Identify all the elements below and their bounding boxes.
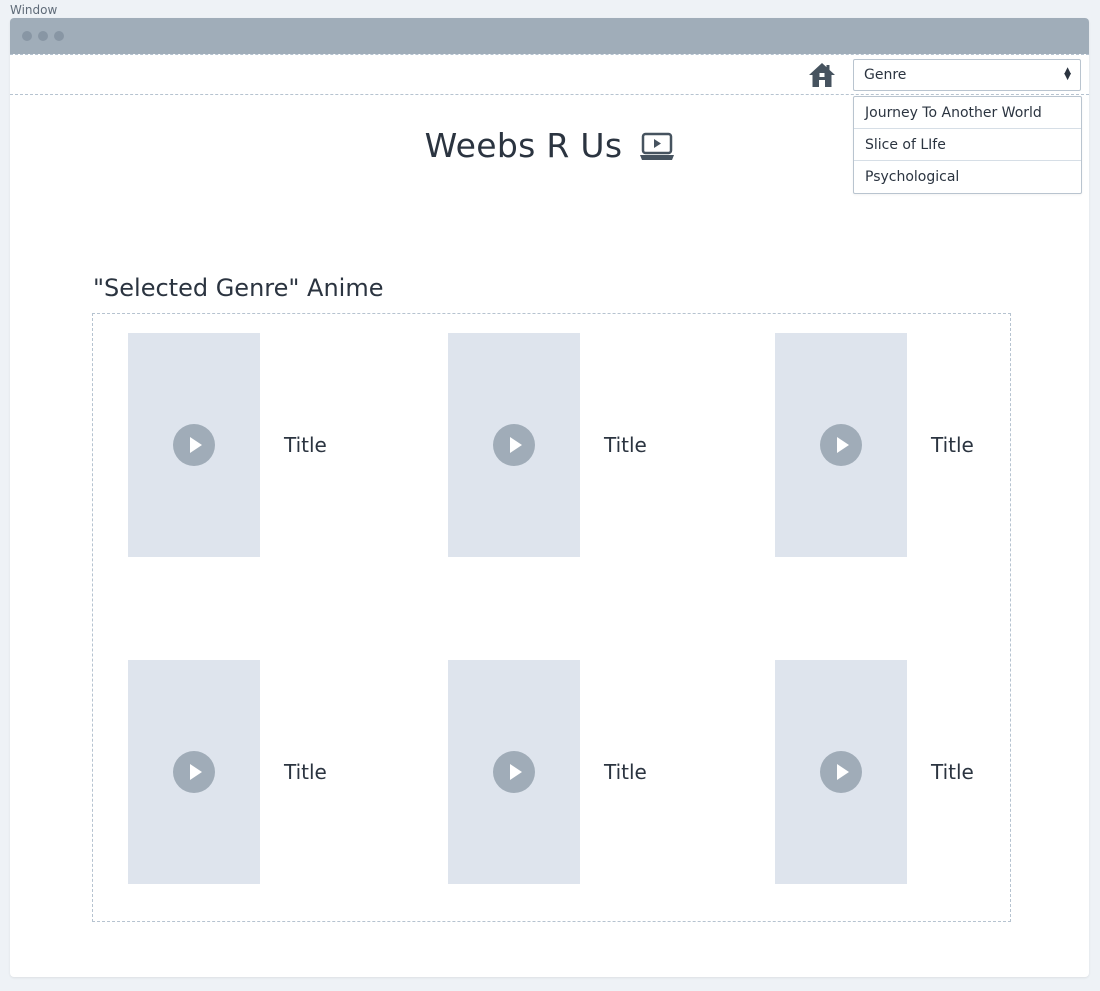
play-icon[interactable] bbox=[493, 751, 535, 793]
home-icon[interactable] bbox=[807, 61, 837, 89]
anime-card[interactable]: Title bbox=[448, 333, 647, 557]
window-maximize-dot[interactable] bbox=[54, 31, 64, 41]
anime-title[interactable]: Title bbox=[284, 760, 327, 784]
window-close-dot[interactable] bbox=[22, 31, 32, 41]
anime-title[interactable]: Title bbox=[931, 433, 974, 457]
window-caption: Window bbox=[10, 3, 58, 17]
anime-grid: Title Title Title Title Title Title bbox=[92, 313, 1011, 922]
genre-option-psychological[interactable]: Psychological bbox=[854, 161, 1081, 193]
anime-title[interactable]: Title bbox=[284, 433, 327, 457]
video-thumbnail[interactable] bbox=[448, 660, 580, 884]
play-icon[interactable] bbox=[820, 424, 862, 466]
play-icon[interactable] bbox=[173, 751, 215, 793]
anime-title[interactable]: Title bbox=[604, 433, 647, 457]
video-thumbnail[interactable] bbox=[775, 660, 907, 884]
site-title: Weebs R Us bbox=[424, 126, 623, 165]
video-thumbnail[interactable] bbox=[128, 660, 260, 884]
genre-select[interactable]: Genre ▲ ▼ bbox=[853, 59, 1081, 91]
top-navbar: Genre ▲ ▼ bbox=[10, 54, 1089, 95]
anime-card[interactable]: Title bbox=[448, 660, 647, 884]
genre-option-journey[interactable]: Journey To Another World bbox=[854, 97, 1081, 129]
select-arrows-icon: ▲ ▼ bbox=[1064, 66, 1071, 82]
play-icon[interactable] bbox=[820, 751, 862, 793]
browser-window: Genre ▲ ▼ Journey To Another World Slice … bbox=[10, 18, 1089, 977]
tv-play-icon bbox=[640, 131, 675, 161]
anime-card[interactable]: Title bbox=[128, 333, 327, 557]
genre-select-value: Genre bbox=[864, 67, 907, 83]
anime-title[interactable]: Title bbox=[604, 760, 647, 784]
video-thumbnail[interactable] bbox=[128, 333, 260, 557]
section-heading: "Selected Genre" Anime bbox=[93, 274, 384, 302]
video-thumbnail[interactable] bbox=[775, 333, 907, 557]
play-icon[interactable] bbox=[493, 424, 535, 466]
anime-title[interactable]: Title bbox=[931, 760, 974, 784]
window-titlebar bbox=[10, 18, 1089, 54]
video-thumbnail[interactable] bbox=[448, 333, 580, 557]
play-icon[interactable] bbox=[173, 424, 215, 466]
window-minimize-dot[interactable] bbox=[38, 31, 48, 41]
anime-card[interactable]: Title bbox=[128, 660, 327, 884]
anime-card[interactable]: Title bbox=[775, 333, 974, 557]
site-header: Weebs R Us bbox=[10, 126, 1089, 165]
anime-card[interactable]: Title bbox=[775, 660, 974, 884]
